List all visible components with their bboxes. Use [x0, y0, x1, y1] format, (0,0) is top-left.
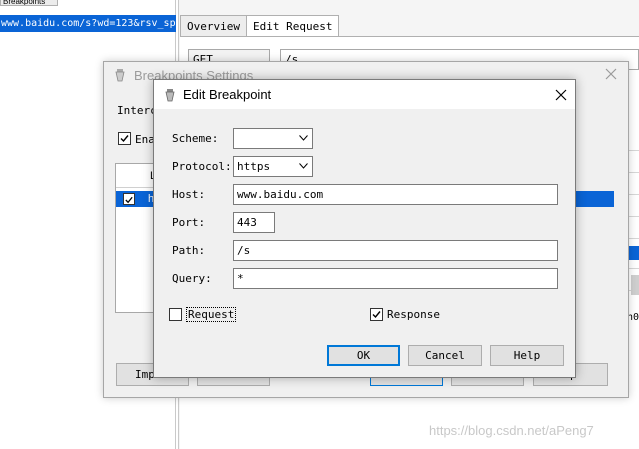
edit-dialog-title: Edit Breakpoint [183, 87, 272, 102]
chevron-down-icon [299, 163, 308, 169]
close-icon[interactable] [552, 86, 570, 104]
tab-overview[interactable]: Overview [180, 15, 247, 37]
request-label[interactable]: Request [186, 307, 237, 322]
scrollbar-thumb[interactable] [631, 275, 639, 295]
protocol-value: https [237, 160, 271, 173]
breakpoint-row-tail[interactable] [576, 191, 614, 207]
response-label[interactable]: Response [387, 308, 440, 321]
settings-close-icon[interactable] [602, 65, 620, 83]
response-checkbox[interactable] [370, 308, 383, 321]
scheme-label: Scheme: [172, 132, 219, 145]
port-label: Port: [172, 216, 206, 229]
protocol-label: Protocol: [172, 160, 232, 173]
help-button[interactable]: Help [490, 345, 564, 366]
selected-session-row[interactable]: www.baidu.com/s?wd=123&rsv_spt [0, 15, 176, 32]
app-icon [113, 68, 127, 82]
request-checkbox[interactable] [169, 308, 182, 321]
host-label: Host: [172, 188, 206, 201]
checkmark-icon [125, 196, 133, 204]
breakpoint-row-checkbox[interactable] [123, 193, 135, 205]
edit-breakpoint-dialog [153, 79, 576, 378]
host-input[interactable]: www.baidu.com [233, 184, 558, 205]
detail-tabs: Overview Edit Request [180, 15, 340, 37]
cancel-button[interactable]: Cancel [408, 345, 482, 366]
enable-label: Ena [135, 133, 155, 146]
checkmark-icon [120, 135, 129, 143]
watermark-text: https://blog.csdn.net/aPeng7 [429, 423, 594, 438]
breakpoints-tab[interactable]: Breakpoints [0, 0, 58, 6]
protocol-select[interactable]: https [233, 156, 313, 177]
enable-checkbox[interactable] [118, 132, 131, 145]
port-input[interactable]: 443 [233, 212, 275, 233]
list-header: L [116, 164, 156, 188]
intercept-label: Interc [117, 104, 157, 117]
query-label: Query: [172, 272, 212, 285]
ok-button[interactable]: OK [327, 345, 400, 366]
chevron-down-icon [299, 135, 308, 141]
query-input[interactable]: * [233, 268, 558, 289]
tab-edit-request[interactable]: Edit Request [245, 15, 340, 37]
scheme-select[interactable] [233, 128, 313, 149]
checkmark-icon [372, 311, 381, 319]
path-input[interactable]: /s [233, 240, 558, 261]
path-label: Path: [172, 244, 206, 257]
app-icon [163, 88, 177, 102]
